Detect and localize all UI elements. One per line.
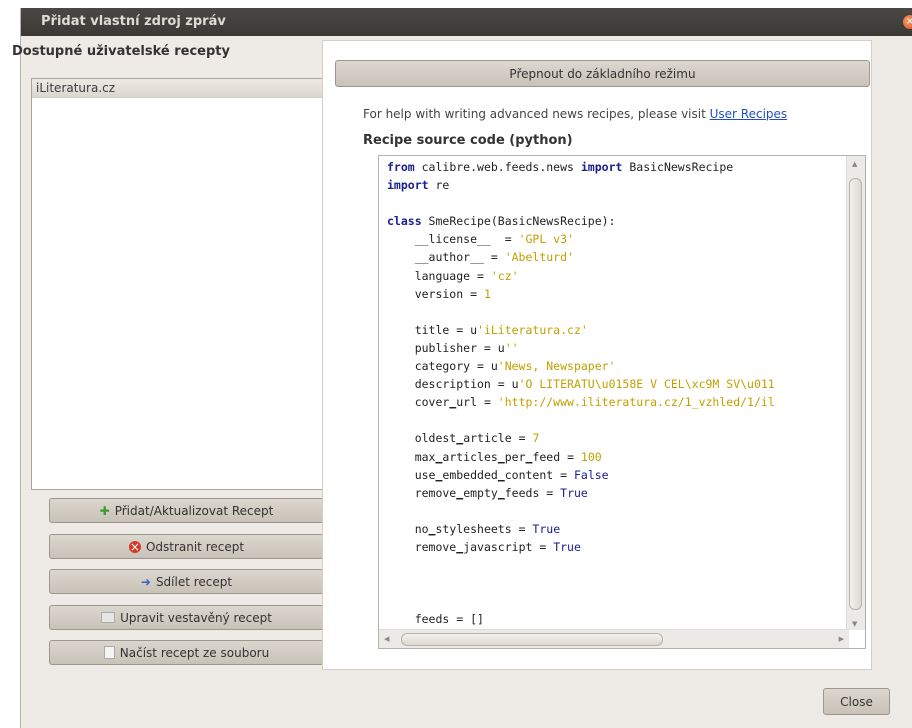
horizontal-scroll-thumb[interactable] [401, 633, 663, 646]
code-line: __license__ = 'GPL v3' [387, 232, 574, 247]
close-label: Close [840, 694, 873, 709]
remove-recipe-button[interactable]: × Odstranit recept [49, 534, 324, 559]
code-line: version = 1 [387, 286, 491, 301]
code-line: import re [387, 178, 450, 193]
add-update-recipe-button[interactable]: ✚ Přidat/Aktualizovat Recept [49, 498, 324, 523]
code-line: language = 'cz' [387, 268, 519, 283]
close-icon[interactable]: × [903, 15, 912, 29]
code-text[interactable]: from calibre.web.feeds.news import Basic… [387, 158, 853, 628]
add-update-label: Přidat/Aktualizovat Recept [114, 503, 274, 518]
code-line: category = u'News, Newspaper' [387, 359, 616, 374]
window-title: Přidat vlastní zdroj zpráv [41, 14, 226, 29]
close-button[interactable]: Close [823, 688, 890, 715]
load-recipe-from-file-button[interactable]: Načíst recept ze souboru [49, 640, 324, 665]
edit-builtin-recipe-button[interactable]: Upravit vestavěný recept [49, 605, 324, 630]
scroll-up-icon[interactable]: ▲ [852, 160, 857, 168]
share-recipe-button[interactable]: ➜ Sdílet recept [49, 569, 324, 594]
code-editor[interactable]: from calibre.web.feeds.news import Basic… [378, 155, 866, 649]
code-line: no_stylesheets = True [387, 521, 561, 536]
vertical-scrollbar[interactable]: ▲ ▼ [846, 156, 865, 630]
edit-icon [101, 612, 116, 623]
horizontal-scrollbar[interactable]: ◀ ▶ [379, 629, 849, 648]
scroll-down-icon[interactable]: ▼ [852, 620, 857, 628]
code-line: max_articles_per_feed = 100 [387, 449, 602, 464]
add-icon: ✚ [99, 503, 110, 518]
remove-label: Odstranit recept [145, 539, 245, 554]
code-line: oldest_article = 7 [387, 431, 540, 446]
code-line: remove_empty_feeds = True [387, 485, 588, 500]
list-item[interactable]: iLiteratura.cz [32, 79, 323, 98]
scroll-right-icon[interactable]: ▶ [839, 635, 844, 643]
recipes-heading: Dostupné uživatelské recepty [12, 44, 230, 59]
code-line: use_embedded_content = False [387, 467, 609, 482]
title-bar[interactable]: Přidat vlastní zdroj zpráv × [21, 8, 912, 36]
help-prefix: For help with writing advanced news reci… [363, 107, 706, 121]
source-code-label: Recipe source code (python) [363, 133, 573, 148]
help-text: For help with writing advanced news reci… [363, 107, 787, 121]
scroll-left-icon[interactable]: ◀ [384, 635, 389, 643]
code-line: title = u'iLiteratura.cz' [387, 322, 588, 337]
delete-icon: × [128, 539, 141, 554]
share-label: Sdílet recept [155, 574, 233, 589]
vertical-scroll-thumb[interactable] [849, 178, 862, 610]
load-file-label: Načíst recept ze souboru [119, 645, 270, 660]
recipe-list[interactable]: iLiteratura.cz [31, 78, 324, 490]
code-line: __author__ = 'Abelturd' [387, 250, 574, 265]
code-line: cover_url = 'http://www.iliteratura.cz/1… [387, 395, 775, 410]
share-icon: ➜ [140, 574, 151, 589]
switch-basic-mode-button[interactable]: Přepnout do základního režimu [335, 60, 870, 87]
user-recipes-link[interactable]: User Recipes [710, 107, 788, 121]
code-line: feeds = [] [387, 612, 484, 627]
file-icon [103, 646, 115, 659]
edit-builtin-label: Upravit vestavěný recept [120, 610, 272, 625]
code-line: class SmeRecipe(BasicNewsRecipe): [387, 214, 616, 229]
code-line: publisher = u'' [387, 340, 519, 355]
code-line: from calibre.web.feeds.news import Basic… [387, 160, 734, 174]
code-line: remove_javascript = True [387, 539, 581, 554]
code-line: description = u'O LITERATU\u0158E V CEL\… [387, 377, 775, 392]
switch-mode-label: Přepnout do základního režimu [509, 66, 696, 81]
